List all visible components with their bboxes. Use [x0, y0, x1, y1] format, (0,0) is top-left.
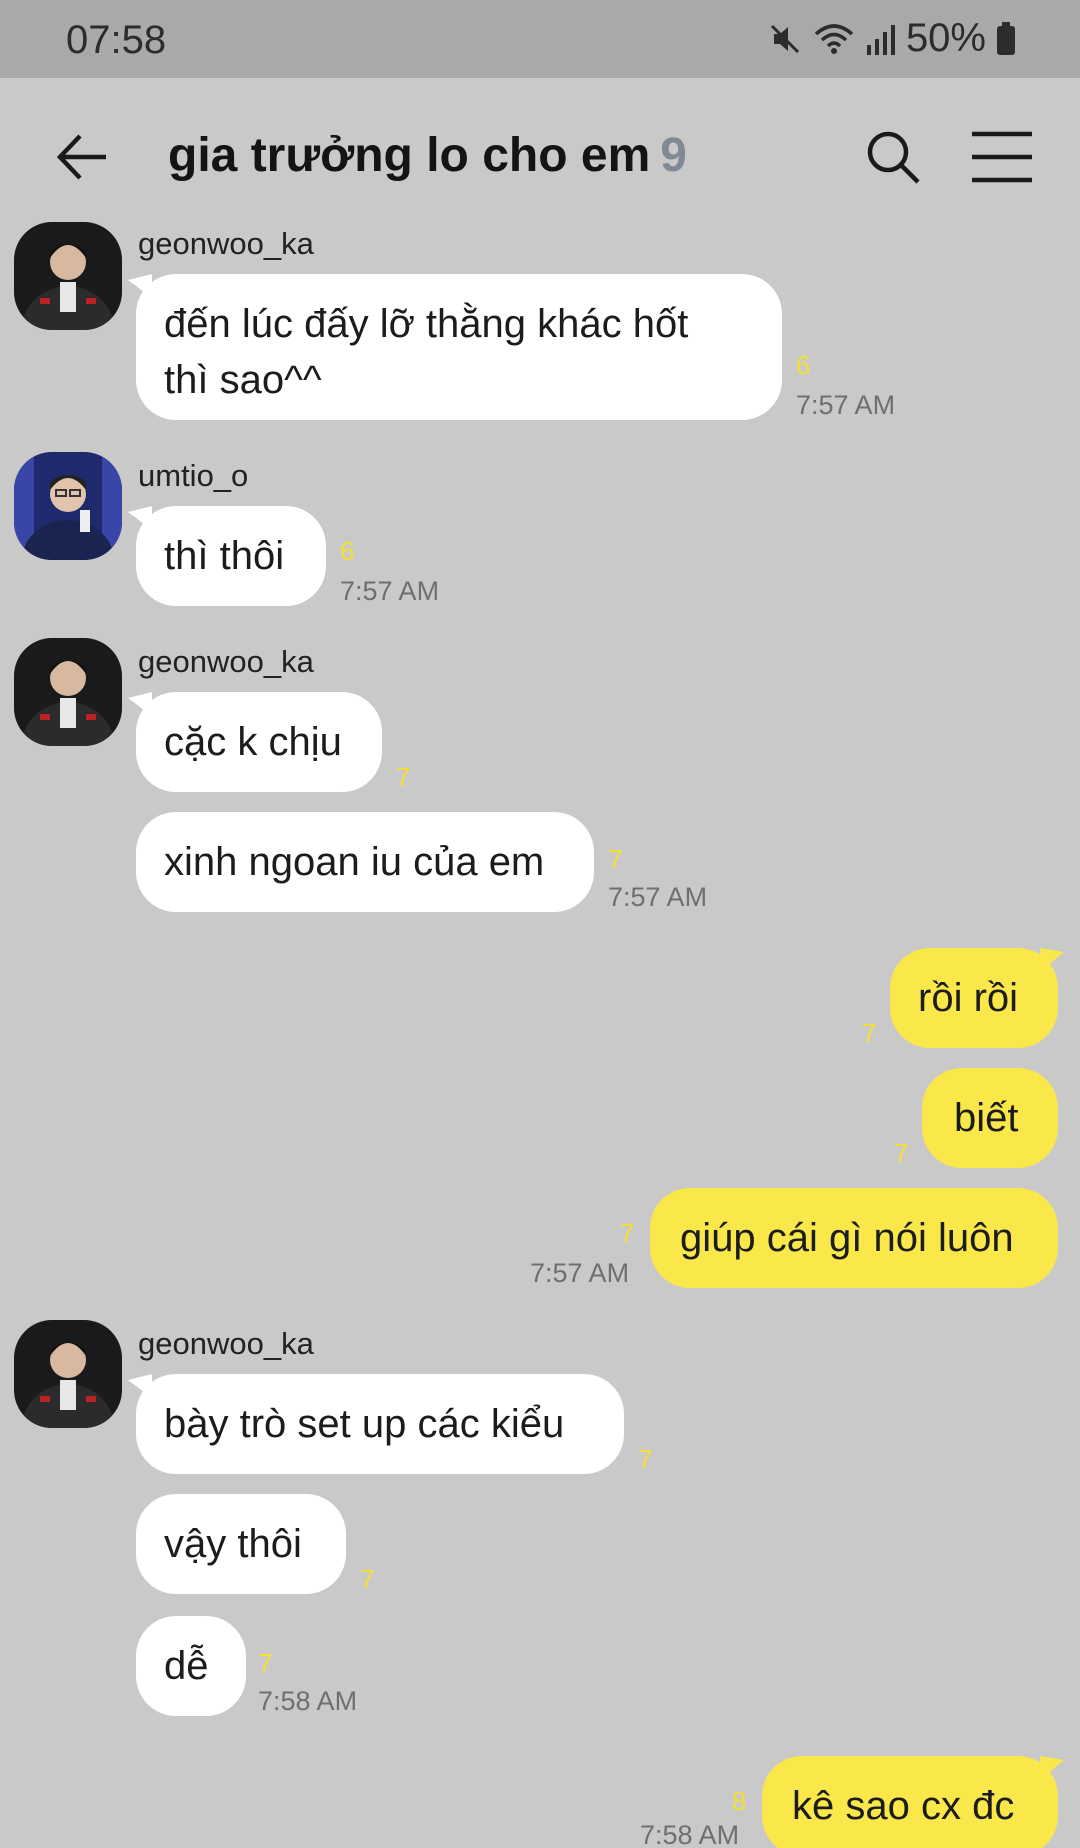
message-text: giúp cái gì nói luôn [680, 1216, 1014, 1260]
search-icon[interactable] [862, 126, 924, 188]
message-time: 7:57 AM [340, 576, 440, 606]
unread-count: 8 [732, 1786, 747, 1816]
avatar[interactable] [14, 222, 122, 330]
sender-name: geonwoo_ka [138, 1326, 314, 1361]
message-bubble[interactable]: kê sao cx đc [762, 1756, 1058, 1848]
status-bar: 07:58 50% [0, 0, 1080, 78]
message-bubble[interactable]: thì thôi [136, 506, 326, 606]
unread-count: 7 [894, 1138, 909, 1168]
message-bubble[interactable]: vậy thôi [136, 1494, 346, 1594]
message-text: dễ [164, 1644, 209, 1688]
sender-name: umtio_o [138, 458, 249, 493]
message-text: kê sao cx đc [792, 1784, 1015, 1828]
avatar-geonwoo-image [14, 1320, 122, 1428]
status-time: 07:58 [66, 18, 167, 62]
bubble-tail [1040, 948, 1064, 972]
unread-count: 7 [258, 1648, 273, 1678]
message-text: xinh ngoan iu của em [164, 840, 545, 884]
unread-count: 7 [396, 762, 411, 792]
message-time: 7:58 AM [258, 1686, 358, 1716]
wifi-icon [814, 23, 854, 54]
unread-count: 6 [796, 350, 811, 380]
sender-name: geonwoo_ka [138, 644, 314, 679]
message-time: 7:57 AM [608, 882, 708, 912]
message-bubble[interactable]: đến lúc đấy lỡ thằng khác hốt thì sao^^ [136, 274, 782, 420]
status-icons: 50% [768, 16, 1016, 61]
avatar[interactable] [14, 638, 122, 746]
avatar-umtio-image [14, 452, 122, 560]
unread-count: 7 [862, 1018, 877, 1048]
message-text: thì thôi [164, 534, 285, 578]
message-bubble[interactable]: cặc k chịu [136, 692, 382, 792]
message-bubble[interactable]: dễ [136, 1616, 246, 1716]
unread-count: 6 [340, 536, 355, 566]
unread-count: 7 [360, 1564, 375, 1594]
message-text: biết [954, 1096, 1019, 1140]
message-text: vậy thôi [164, 1522, 302, 1566]
member-count: 9 [660, 129, 687, 182]
menu-icon[interactable] [970, 128, 1034, 186]
chat-title-text: gia trưởng lo cho em [168, 129, 651, 182]
back-arrow-icon[interactable] [52, 126, 114, 188]
chat-header: gia trưởng lo cho em 9 [0, 78, 1080, 238]
message-bubble[interactable]: rồi rồi [890, 948, 1058, 1048]
message-time: 7:57 AM [530, 1258, 630, 1288]
battery-icon [997, 21, 1015, 55]
bubble-tail [1040, 1756, 1064, 1780]
message-text: rồi rồi [918, 976, 1019, 1020]
battery-percent: 50% [905, 16, 986, 60]
unread-count: 7 [620, 1218, 635, 1248]
message-time: 7:57 AM [796, 390, 896, 420]
mute-icon [770, 24, 799, 53]
sender-name: geonwoo_ka [138, 226, 314, 261]
message-bubble[interactable]: bày trò set up các kiểu [136, 1374, 624, 1474]
message-text-line: thì sao^^ [164, 358, 322, 402]
signal-icon [866, 24, 895, 55]
avatar[interactable] [14, 1320, 122, 1428]
avatar[interactable] [14, 452, 122, 560]
message-text: bày trò set up các kiểu [164, 1402, 565, 1446]
message-bubble[interactable]: biết [922, 1068, 1058, 1168]
message-text-line: đến lúc đấy lỡ thằng khác hốt [164, 302, 689, 346]
message-time: 7:58 AM [640, 1820, 740, 1848]
chat-title: gia trưởng lo cho em 9 [168, 128, 687, 183]
avatar-geonwoo-image [14, 638, 122, 746]
avatar-geonwoo-image [14, 222, 122, 330]
message-text: cặc k chịu [164, 720, 342, 764]
message-bubble[interactable]: giúp cái gì nói luôn [650, 1188, 1058, 1288]
unread-count: 7 [608, 844, 623, 874]
unread-count: 7 [638, 1444, 653, 1474]
message-bubble[interactable]: xinh ngoan iu của em [136, 812, 594, 912]
